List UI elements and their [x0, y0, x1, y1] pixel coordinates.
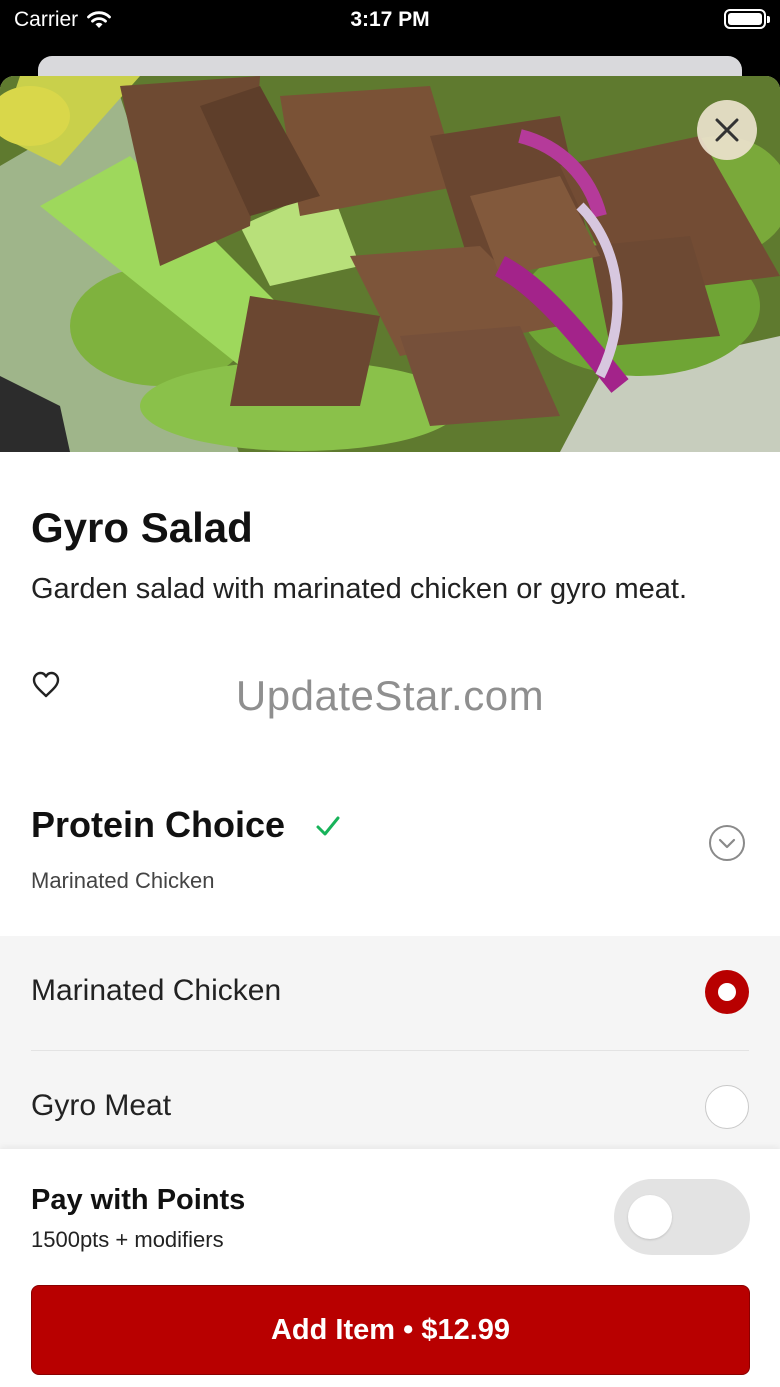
add-item-button[interactable]: Add Item • $12.99 [31, 1285, 750, 1375]
option-label: Marinated Chicken [31, 974, 282, 1007]
item-title: Gyro Salad [31, 504, 253, 551]
watermark: UpdateStar.com [235, 672, 545, 719]
option-label: Gyro Meat [31, 1089, 172, 1122]
selected-summary: Marinated Chicken [31, 868, 215, 893]
status-time: 3:17 PM [350, 8, 430, 31]
pay-with-points-title: Pay with Points [31, 1184, 246, 1216]
item-photo [0, 76, 780, 452]
section-title: Protein Choice [31, 804, 286, 845]
price-separator: • [403, 1313, 414, 1346]
toggle-knob [628, 1195, 672, 1239]
option-marinated-chicken[interactable]: Marinated Chicken [0, 936, 780, 1051]
status-bar: Carrier 3:17 PM [0, 0, 780, 56]
item-price: $12.99 [421, 1313, 511, 1346]
add-item-label: Add Item [270, 1313, 396, 1346]
close-icon [715, 118, 739, 142]
item-detail-sheet: Gyro Salad Garden salad with marinated c… [0, 76, 780, 1387]
checkmark-icon [316, 816, 340, 836]
chevron-down-icon[interactable] [708, 824, 746, 862]
pay-with-points-toggle[interactable] [614, 1179, 750, 1255]
radio-selected[interactable] [705, 970, 749, 1014]
order-footer: Pay with Points 1500pts + modifiers Add … [0, 1149, 780, 1387]
battery-icon [724, 9, 770, 29]
pay-with-points-subtitle: 1500pts + modifiers [31, 1227, 224, 1252]
item-description: Garden salad with marinated chicken or g… [31, 573, 688, 605]
protein-options-list: Marinated Chicken Gyro Meat [0, 936, 780, 1166]
close-button[interactable] [697, 100, 757, 160]
protein-choice-header[interactable]: Protein Choice Marinated Chicken [0, 764, 780, 936]
radio-unselected[interactable] [705, 1085, 749, 1129]
